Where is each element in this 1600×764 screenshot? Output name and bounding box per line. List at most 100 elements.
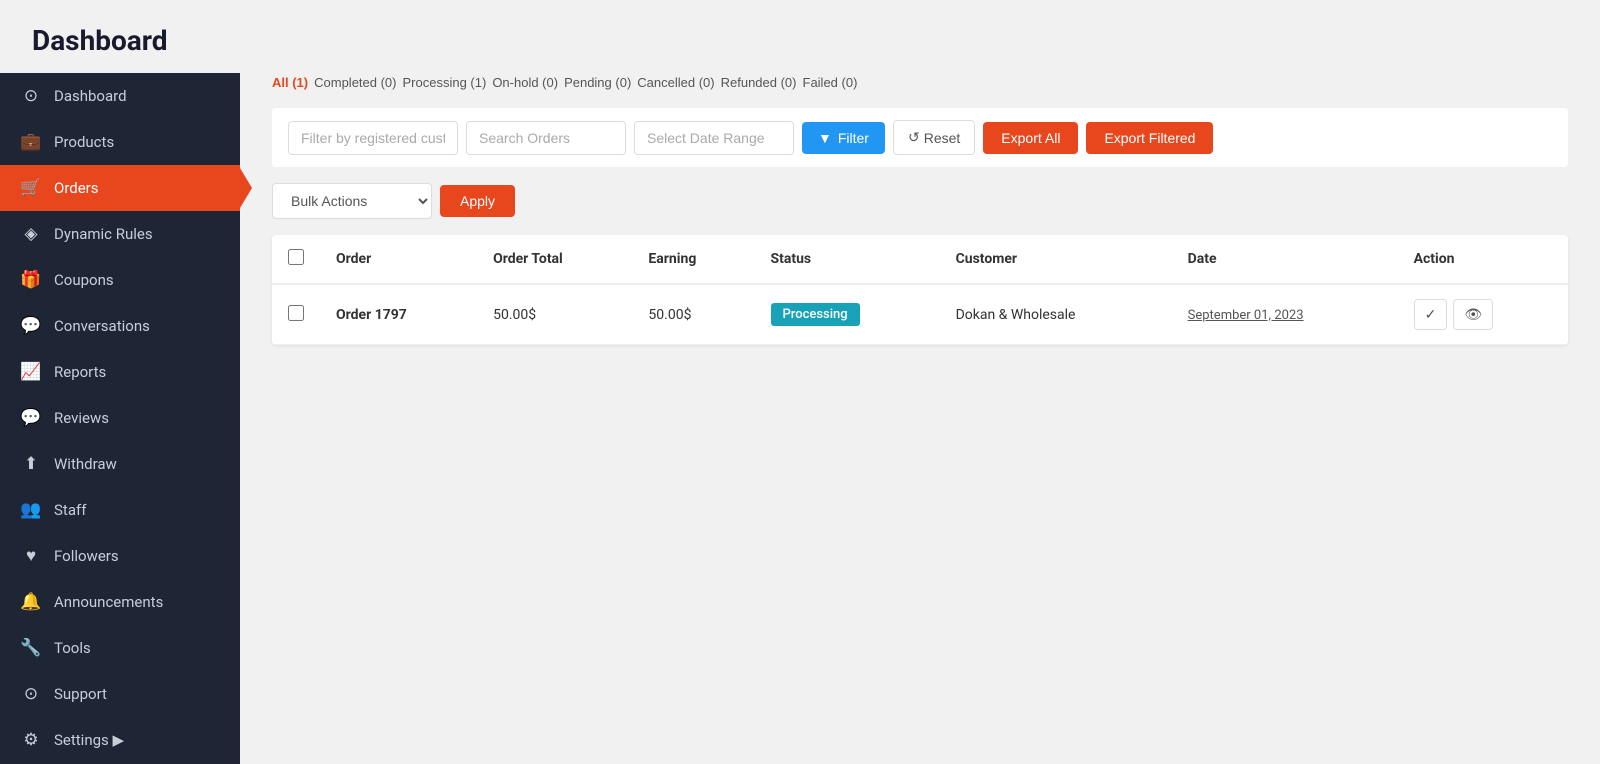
filter-label: Filter [838,130,869,146]
sidebar-item-tools[interactable]: 🔧 Tools [0,625,240,671]
table-header-row: Order Order Total Earning Status Custome… [272,235,1568,284]
earning: 50.00$ [648,307,691,323]
status-tabs: All (1) Completed (0) Processing (1) On-… [272,73,1568,92]
sidebar-item-settings[interactable]: ⚙ Settings ▶ [0,717,240,763]
col-earning: Earning [632,235,754,284]
sidebar-label: Products [54,133,114,151]
tab-pending[interactable]: Pending (0) [564,73,631,92]
dashboard-icon: ⊙ [20,86,42,106]
tab-refunded[interactable]: Refunded (0) [721,73,797,92]
tab-cancelled[interactable]: Cancelled (0) [637,73,714,92]
order-name: Order 1797 [336,307,407,323]
view-order-button[interactable]: 👁 [1453,299,1493,330]
col-status: Status [755,235,940,284]
sidebar-item-reports[interactable]: 📈 Reports [0,349,240,395]
settings-icon: ⚙ [20,730,42,750]
sidebar-label: Reports [54,363,106,381]
tab-on-hold[interactable]: On-hold (0) [492,73,558,92]
complete-order-button[interactable]: ✓ [1414,299,1448,330]
sidebar-label: Conversations [54,317,150,335]
order-total-cell: 50.00$ [477,284,632,345]
tab-completed[interactable]: Completed (0) [314,73,396,92]
coupons-icon: 🎁 [20,270,42,290]
export-filtered-button[interactable]: Export Filtered [1086,122,1213,154]
sidebar-label: Followers [54,547,119,565]
apply-label: Apply [460,193,495,209]
sidebar-item-dynamic-rules[interactable]: ◈ Dynamic Rules [0,211,240,257]
support-icon: ⊙ [20,684,42,704]
tab-failed[interactable]: Failed (0) [803,73,858,92]
select-all-checkbox[interactable] [288,249,304,265]
orders-table: Order Order Total Earning Status Custome… [272,235,1568,345]
sidebar-label: Dynamic Rules [54,225,153,243]
reports-icon: 📈 [20,362,42,382]
reset-label: Reset [924,130,961,146]
filter-bar: ▼ Filter ↺ Reset Export All Export Filte… [272,108,1568,167]
export-all-label: Export All [1001,130,1060,146]
table-row: Order 1797 50.00$ 50.00$ Processing Doka… [272,284,1568,345]
order-date: September 01, 2023 [1188,308,1304,323]
order-total: 50.00$ [493,307,536,323]
sidebar-item-dashboard[interactable]: ⊙ Dashboard [0,73,240,119]
main-content: All (1) Completed (0) Processing (1) On-… [240,73,1600,764]
tools-icon: 🔧 [20,638,42,658]
col-customer: Customer [940,235,1172,284]
col-action: Action [1398,235,1568,284]
reviews-icon: 💬 [20,408,42,428]
sidebar-label: Reviews [54,409,109,427]
withdraw-icon: ⬆ [20,454,42,474]
filter-button[interactable]: ▼ Filter [802,122,885,154]
sidebar-label: Coupons [54,271,114,289]
staff-icon: 👥 [20,500,42,520]
tab-processing[interactable]: Processing (1) [403,73,487,92]
order-name-cell: Order 1797 [320,284,477,345]
sidebar-item-support[interactable]: ⊙ Support [0,671,240,717]
sidebar-label: Withdraw [54,455,117,473]
col-order-total: Order Total [477,235,632,284]
dynamic-rules-icon: ◈ [20,224,42,244]
sidebar-item-products[interactable]: 💼 Products [0,119,240,165]
sidebar-item-announcements[interactable]: 🔔 Announcements [0,579,240,625]
bulk-actions-select[interactable]: Bulk Actions [272,183,432,219]
col-date: Date [1172,235,1398,284]
sidebar-item-withdraw[interactable]: ⬆ Withdraw [0,441,240,487]
status-cell: Processing [755,284,940,345]
export-filtered-label: Export Filtered [1104,130,1195,146]
action-buttons: ✓ 👁 [1414,299,1552,330]
action-cell: ✓ 👁 [1398,284,1568,345]
sidebar-item-staff[interactable]: 👥 Staff [0,487,240,533]
tab-all[interactable]: All (1) [272,73,308,92]
sidebar-label: Support [54,685,107,703]
sidebar-item-followers[interactable]: ♥ Followers [0,533,240,579]
orders-icon: 🛒 [20,178,42,198]
customer-cell: Dokan & Wholesale [940,284,1172,345]
sidebar-label: Settings ▶ [54,731,124,749]
announcements-icon: 🔔 [20,592,42,612]
sidebar-item-orders[interactable]: 🛒 Orders [0,165,240,211]
sidebar-label: Announcements [54,593,163,611]
status-badge: Processing [771,303,860,326]
col-order: Order [320,235,477,284]
date-cell: September 01, 2023 [1172,284,1398,345]
conversations-icon: 💬 [20,316,42,336]
sidebar-label: Tools [54,639,91,657]
reset-button[interactable]: ↺ Reset [893,120,975,155]
customer-filter-input[interactable] [288,121,458,155]
followers-icon: ♥ [20,546,42,566]
sidebar-label: Dashboard [54,87,127,105]
apply-button[interactable]: Apply [440,185,515,217]
sidebar-item-coupons[interactable]: 🎁 Coupons [0,257,240,303]
row-checkbox[interactable] [288,305,304,321]
search-orders-input[interactable] [466,121,626,155]
export-all-button[interactable]: Export All [983,122,1078,154]
customer-name: Dokan & Wholesale [956,307,1076,323]
filter-icon: ▼ [818,130,832,146]
sidebar-item-conversations[interactable]: 💬 Conversations [0,303,240,349]
earning-cell: 50.00$ [632,284,754,345]
sidebar-label: Staff [54,501,86,519]
date-range-input[interactable] [634,121,794,155]
bulk-actions-bar: Bulk Actions Apply [272,183,1568,219]
sidebar-item-reviews[interactable]: 💬 Reviews [0,395,240,441]
sidebar-label: Orders [54,179,99,197]
row-checkbox-cell [272,284,320,345]
